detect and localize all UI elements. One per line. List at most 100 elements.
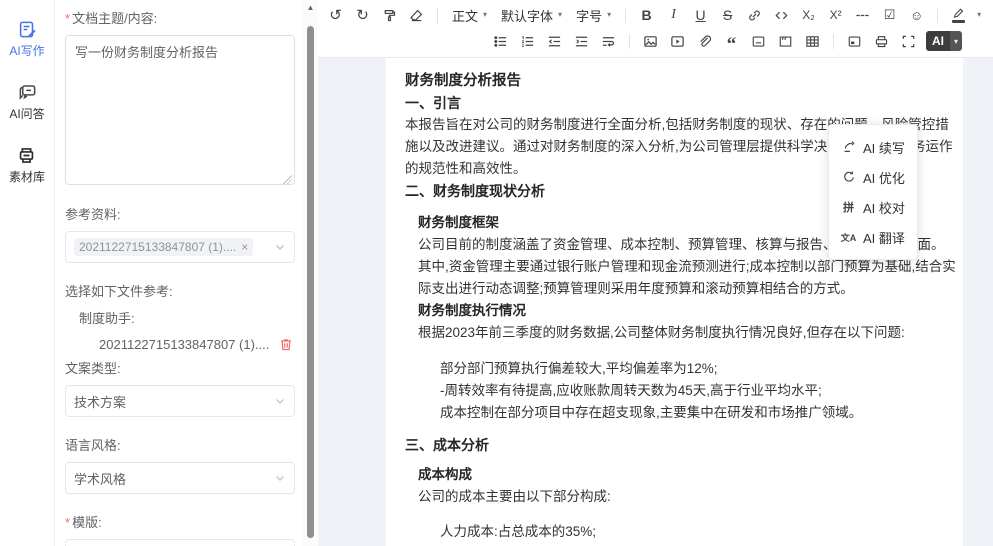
code-block-icon[interactable] bbox=[772, 30, 799, 52]
fullscreen-icon[interactable] bbox=[895, 30, 922, 52]
underline-icon[interactable]: U bbox=[687, 4, 714, 26]
scrollbar-thumb[interactable] bbox=[307, 26, 314, 538]
sidebar-item-material-library[interactable]: 素材库 bbox=[9, 146, 45, 185]
doc-title: 财务制度分析报告 bbox=[405, 70, 957, 92]
toolbar-separator bbox=[437, 8, 438, 23]
assistant-file-group: 制度助手: 2021122715133847807 (1).... bbox=[79, 308, 295, 352]
divider-block-icon[interactable] bbox=[745, 30, 772, 52]
ai-tools-dropdown[interactable]: AI ▾ bbox=[926, 31, 962, 51]
blockquote-icon[interactable]: “ bbox=[718, 26, 745, 56]
tag-remove-icon[interactable]: × bbox=[241, 241, 248, 253]
insert-image-icon[interactable] bbox=[637, 30, 664, 52]
reference-label: 参考资料: bbox=[65, 204, 295, 223]
insert-video-icon[interactable] bbox=[664, 30, 691, 52]
assistant-file-name: 2021122715133847807 (1).... bbox=[99, 337, 279, 352]
doc-issue-list: 部分部门预算执行偏差较大,平均偏差率为12%; -周转效率有待提高,应收账款周转… bbox=[418, 358, 957, 424]
increase-indent-icon[interactable] bbox=[568, 30, 595, 52]
reference-select[interactable]: 2021122715133847807 (1).... × bbox=[65, 231, 295, 263]
ai-translate-icon: 文A bbox=[841, 231, 857, 244]
horizontal-rule-icon[interactable] bbox=[849, 4, 876, 26]
bold-icon[interactable]: B bbox=[633, 4, 660, 26]
ai-dropdown-caret: ▾ bbox=[950, 31, 962, 51]
decrease-indent-icon[interactable] bbox=[541, 30, 568, 52]
toolbar-row-1: ↺ ↻ 正文▾ 默认字体▾ 字号▾ B I U S bbox=[322, 2, 989, 28]
ai-qa-icon bbox=[18, 83, 37, 102]
app-window: AI写作 AI问答 素材库 *文档主题/内容: 写一份财务制度分析报告 参考资料… bbox=[0, 0, 993, 546]
font-family-dropdown[interactable]: 默认字体▾ bbox=[494, 4, 569, 26]
menu-item-ai-optimize[interactable]: AI 优化 bbox=[829, 162, 917, 192]
doc-issue-item: -周转效率有待提高,应收账款周转天数为45天,高于行业平均水平; bbox=[440, 380, 957, 402]
attachment-icon[interactable] bbox=[691, 30, 718, 52]
textarea-resize-handle[interactable] bbox=[283, 175, 292, 184]
topic-label: *文档主题/内容: bbox=[65, 8, 295, 27]
menu-item-ai-proofread[interactable]: 拼 AI 校对 bbox=[829, 192, 917, 222]
doc-issue-item: 部分部门预算执行偏差较大,平均偏差率为12%; bbox=[440, 358, 957, 380]
sidebar-item-label: AI写作 bbox=[9, 42, 44, 59]
clear-format-eraser-icon[interactable] bbox=[403, 4, 430, 26]
template-label: *模版: bbox=[65, 512, 295, 531]
ai-write-icon bbox=[18, 20, 37, 39]
inline-code-icon[interactable] bbox=[768, 4, 795, 26]
editor-pane: ↺ ↻ 正文▾ 默认字体▾ 字号▾ B I U S bbox=[318, 0, 993, 546]
font-color-icon[interactable]: A bbox=[986, 4, 993, 26]
material-library-icon bbox=[17, 146, 36, 165]
menu-item-ai-continue[interactable]: AI 续写 bbox=[829, 132, 917, 162]
bulleted-list-icon[interactable] bbox=[487, 30, 514, 52]
link-icon[interactable] bbox=[741, 4, 768, 26]
italic-icon[interactable]: I bbox=[660, 4, 687, 26]
menu-item-ai-translate[interactable]: 文A AI 翻译 bbox=[829, 222, 917, 252]
sidebar-item-label: 素材库 bbox=[9, 168, 45, 185]
chevron-down-icon bbox=[274, 241, 286, 253]
doc-heading-cost: 三、成本分析 bbox=[405, 434, 957, 456]
subscript-icon[interactable]: X₂ bbox=[795, 4, 822, 26]
panel-scrollbar: ▲ bbox=[303, 0, 318, 546]
numbered-list-icon[interactable] bbox=[514, 30, 541, 52]
task-checkbox-icon[interactable]: ☑ bbox=[876, 4, 903, 26]
highlight-dropdown-caret[interactable]: ▾ bbox=[972, 4, 986, 26]
ai-tools-menu: AI 续写 AI 优化 拼 AI 校对 文A AI 翻译 bbox=[828, 124, 918, 260]
highlight-color-icon[interactable] bbox=[945, 4, 972, 26]
doc-heading-intro: 一、引言 bbox=[405, 92, 957, 114]
toolbar-separator bbox=[625, 8, 626, 23]
icon-sidebar: AI写作 AI问答 素材库 bbox=[0, 0, 55, 546]
toolbar-separator bbox=[629, 34, 630, 49]
paragraph-style-dropdown[interactable]: 正文▾ bbox=[445, 4, 494, 26]
text-wrap-icon[interactable] bbox=[595, 30, 622, 52]
sidebar-item-label: AI问答 bbox=[9, 105, 44, 122]
topic-textarea[interactable]: 写一份财务制度分析报告 bbox=[65, 35, 295, 185]
editor-toolbar: ↺ ↻ 正文▾ 默认字体▾ 字号▾ B I U S bbox=[318, 0, 993, 58]
emoji-icon[interactable]: ☺ bbox=[903, 4, 930, 26]
doc-type-select[interactable]: 技术方案 bbox=[65, 385, 295, 417]
chevron-down-icon bbox=[274, 472, 286, 484]
assistant-file-row: 2021122715133847807 (1).... bbox=[99, 337, 295, 352]
doc-paragraph-execution: 根据2023年前三季度的财务数据,公司整体财务制度执行情况良好,但存在以下问题: bbox=[418, 322, 957, 344]
chevron-down-icon bbox=[274, 395, 286, 407]
template-select[interactable]: 通用模板 bbox=[65, 539, 295, 546]
required-mark: * bbox=[65, 515, 70, 530]
scroll-up-arrow[interactable]: ▲ bbox=[303, 3, 318, 12]
print-icon[interactable] bbox=[868, 30, 895, 52]
ai-optimize-icon bbox=[842, 170, 856, 184]
style-select[interactable]: 学术风格 bbox=[65, 462, 295, 494]
doc-type-label: 文案类型: bbox=[65, 358, 295, 377]
insert-table-icon[interactable] bbox=[799, 30, 826, 52]
file-reference-label: 选择如下文件参考: bbox=[65, 281, 295, 300]
format-painter-icon[interactable] bbox=[376, 4, 403, 26]
doc-subheading-execution: 财务制度执行情况 bbox=[418, 300, 957, 322]
doc-cost-item: 人力成本:占总成本的35%; bbox=[418, 521, 957, 543]
ai-proofread-icon: 拼 bbox=[843, 199, 854, 215]
delete-file-icon[interactable] bbox=[279, 337, 293, 352]
strikethrough-icon[interactable]: S bbox=[714, 4, 741, 26]
card-view-icon[interactable] bbox=[841, 30, 868, 52]
toolbar-row-2: “ bbox=[322, 28, 989, 54]
assistant-label: 制度助手: bbox=[79, 311, 135, 326]
superscript-icon[interactable]: X² bbox=[822, 4, 849, 26]
doc-paragraph-cost: 公司的成本主要由以下部分构成: bbox=[418, 486, 957, 508]
sidebar-item-ai-qa[interactable]: AI问答 bbox=[9, 83, 44, 122]
toolbar-separator bbox=[833, 34, 834, 49]
sidebar-item-ai-write[interactable]: AI写作 bbox=[9, 20, 44, 59]
undo-icon[interactable]: ↺ bbox=[322, 4, 349, 26]
font-size-dropdown[interactable]: 字号▾ bbox=[569, 4, 618, 26]
toolbar-separator bbox=[937, 8, 938, 23]
redo-icon[interactable]: ↻ bbox=[349, 4, 376, 26]
